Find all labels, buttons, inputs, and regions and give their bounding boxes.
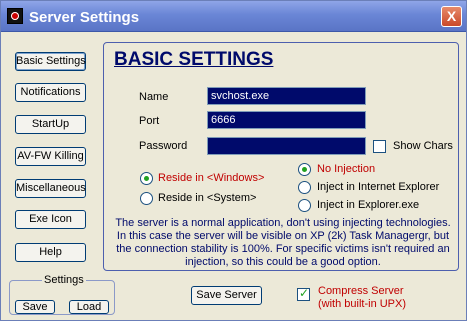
no-injection-radio[interactable]: [298, 163, 311, 176]
settings-group: Settings Save Load: [9, 274, 115, 315]
nav-exe-icon-button[interactable]: Exe Icon: [15, 210, 86, 229]
compress-label-line2: (with built-in UPX): [318, 298, 407, 310]
reside-system-label: Reside in <System>: [158, 192, 257, 204]
reside-windows-label: Reside in <Windows>: [158, 172, 265, 184]
title-bar[interactable]: Server Settings X: [1, 1, 466, 32]
settings-group-caption: Settings: [42, 274, 86, 286]
nav-basic-settings-button[interactable]: Basic Settings: [15, 52, 86, 71]
compress-label-line1: Compress Server: [318, 285, 404, 297]
inject-ie-radio[interactable]: [298, 181, 311, 194]
inject-ie-label: Inject in Internet Explorer: [317, 181, 440, 193]
compress-server-checkbox[interactable]: ✓: [297, 286, 310, 301]
settings-load-button[interactable]: Load: [69, 300, 109, 314]
close-button[interactable]: X: [441, 6, 462, 27]
inject-explorer-label: Inject in Explorer.exe: [317, 199, 420, 211]
mode-description: The server is a normal application, don'…: [115, 217, 451, 268]
settings-save-button[interactable]: Save: [15, 300, 55, 314]
nav-notifications-button[interactable]: Notifications: [15, 83, 86, 102]
save-server-button[interactable]: Save Server: [191, 286, 262, 305]
server-settings-window: Server Settings X Basic Settings Notific…: [0, 0, 467, 321]
reside-windows-radio[interactable]: [140, 172, 153, 185]
port-input[interactable]: 6666: [207, 111, 366, 129]
nav-startup-button[interactable]: StartUp: [15, 115, 86, 134]
window-title: Server Settings: [29, 9, 140, 26]
nav-av-fw-killing-button[interactable]: AV-FW Killing: [15, 147, 86, 166]
nav-miscellaneous-button[interactable]: Miscellaneous: [15, 179, 86, 198]
name-input[interactable]: svchost.exe: [207, 87, 366, 105]
no-injection-label: No Injection: [317, 163, 376, 175]
name-label: Name: [139, 91, 169, 103]
inject-explorer-radio[interactable]: [298, 199, 311, 212]
password-input[interactable]: [207, 137, 366, 155]
nav-help-button[interactable]: Help: [15, 243, 86, 262]
panel-title: BASIC SETTINGS: [114, 49, 274, 70]
reside-system-radio[interactable]: [140, 192, 153, 205]
show-chars-checkbox[interactable]: [373, 140, 386, 153]
password-label: Password: [139, 140, 188, 152]
show-chars-label: Show Chars: [393, 140, 453, 152]
app-icon: [7, 8, 23, 24]
port-label: Port: [139, 115, 160, 127]
compress-server-label: Compress Server (with built-in UPX): [318, 285, 406, 311]
checkmark-icon: ✓: [299, 286, 310, 300]
